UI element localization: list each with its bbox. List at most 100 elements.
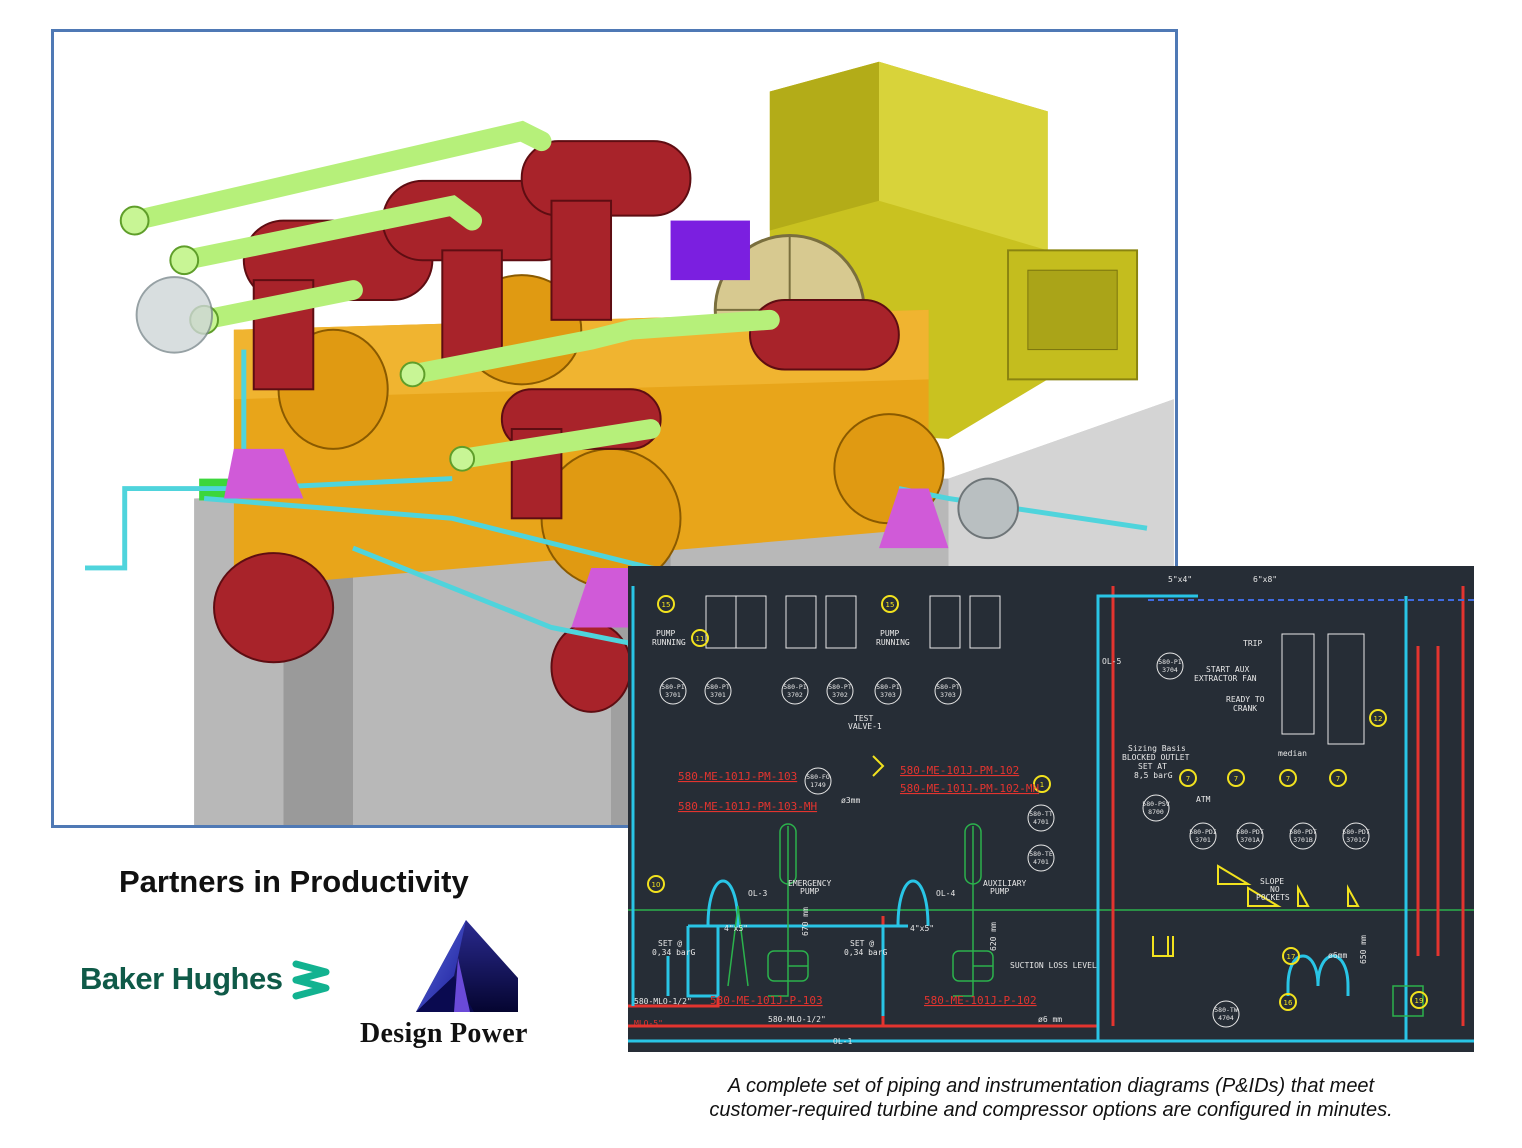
instrument-pdi-3701: 580-PDI (1189, 828, 1216, 836)
svg-text:SET @: SET @ (850, 939, 874, 948)
svg-text:580-MLO-1/2": 580-MLO-1/2" (768, 1015, 826, 1024)
balloon-7: 7 (1186, 775, 1190, 783)
balloon-11: 11 (696, 635, 705, 643)
instrument-pt-3703: 580-PT (936, 683, 960, 691)
tag-pm-102: 580-ME-101J-PM-102 (900, 764, 1019, 777)
svg-text:OL-5: OL-5 (1102, 657, 1121, 666)
svg-text:3702: 3702 (832, 691, 848, 699)
instrument-pt-3701: 580-PT (706, 683, 730, 691)
svg-text:SET AT: SET AT (1138, 762, 1167, 771)
svg-text:3704: 3704 (1162, 666, 1178, 674)
svg-text:4"x5": 4"x5" (724, 924, 748, 933)
pid-svg: PUMP RUNNING PUMP RUNNING TEST VALVE-1 E… (628, 575, 1474, 1046)
sizing-basis-label: Sizing Basis (1128, 744, 1186, 753)
design-power-mark-icon (416, 920, 518, 1012)
svg-text:580-MLO-1/2": 580-MLO-1/2" (634, 997, 692, 1006)
svg-text:3701: 3701 (1195, 836, 1211, 844)
instrument-pt-3702: 580-PT (828, 683, 852, 691)
baker-hughes-wordmark: Baker Hughes (80, 961, 283, 996)
svg-text:OL-4: OL-4 (936, 889, 955, 898)
svg-text:650 mm: 650 mm (1359, 935, 1368, 964)
svg-text:0,34 barG: 0,34 barG (844, 948, 888, 957)
svg-text:6"x8": 6"x8" (1253, 575, 1277, 584)
svg-text:CRANK: CRANK (1233, 704, 1257, 713)
tag-p-102: 580-ME-101J-P-102 (924, 994, 1037, 1007)
trip-label: TRIP (1243, 639, 1262, 648)
svg-text:3701A: 3701A (1240, 836, 1260, 844)
balloon-7: 7 (1234, 775, 1238, 783)
balloon-19: 19 (1415, 997, 1424, 1005)
balloon-17: 17 (1287, 953, 1296, 961)
svg-text:3703: 3703 (940, 691, 956, 699)
svg-text:ø6mm: ø6mm (1328, 951, 1347, 960)
baker-hughes-mark-icon (292, 960, 330, 1000)
instrument-pi-3701: 580-PI (661, 683, 685, 691)
svg-text:0,34 barG: 0,34 barG (652, 948, 696, 957)
design-power-logo: Design Power (356, 918, 572, 1058)
instrument-tt-4701: 580-TT (1029, 810, 1053, 818)
balloon-7: 7 (1286, 775, 1290, 783)
tagline: Partners in Productivity (119, 864, 469, 899)
figure-caption: A complete set of piping and instrumenta… (628, 1074, 1474, 1122)
balloon-7: 7 (1336, 775, 1340, 783)
svg-text:4704: 4704 (1218, 1014, 1234, 1022)
svg-text:1749: 1749 (810, 781, 826, 789)
instrument-te-4701: 580-TE (1029, 850, 1053, 858)
svg-text:4701: 4701 (1033, 858, 1049, 866)
balloon-1: 1 (1040, 781, 1044, 789)
svg-text:EXTRACTOR FAN: EXTRACTOR FAN (1194, 674, 1257, 683)
pump-running-label: PUMP (656, 629, 675, 638)
caption-line-1: A complete set of piping and instrumenta… (727, 1075, 1375, 1097)
balloon-12: 12 (1374, 715, 1383, 723)
svg-text:3701B: 3701B (1293, 836, 1313, 844)
instrument-pdt-3701b: 580-PDT (1289, 828, 1316, 836)
instrument-tw-4704: 580-TW (1214, 1006, 1238, 1014)
caption-line-2: customer-required turbine and compressor… (709, 1099, 1393, 1121)
set-pressure-label: SET @ (658, 939, 682, 948)
svg-text:3703: 3703 (880, 691, 896, 699)
instrument-fo-1749: 580-FO (806, 773, 830, 781)
svg-text:ø3mm: ø3mm (841, 796, 860, 805)
instrument-pdt-3701a: 580-PDT (1236, 828, 1263, 836)
instrument-pi-3704: 580-PI (1158, 658, 1182, 666)
svg-text:BLOCKED OUTLET: BLOCKED OUTLET (1122, 753, 1190, 762)
tag-pm-102-mh: 580-ME-101J-PM-102-MH (900, 782, 1039, 795)
svg-text:RUNNING: RUNNING (876, 638, 910, 647)
tag-p-103: 580-ME-101J-P-103 (710, 994, 823, 1007)
svg-text:POCKETS: POCKETS (1256, 893, 1290, 902)
svg-text:MLO-5": MLO-5" (634, 1019, 663, 1028)
median-label: median (1278, 749, 1307, 758)
svg-text:PUMP: PUMP (990, 887, 1009, 896)
svg-text:8,5 barG: 8,5 barG (1134, 771, 1173, 780)
svg-text:RUNNING: RUNNING (652, 638, 686, 647)
svg-text:OL-3: OL-3 (748, 889, 767, 898)
svg-text:8700: 8700 (1148, 808, 1164, 816)
balloon-16: 16 (1284, 999, 1293, 1007)
balloon-15: 15 (886, 601, 895, 609)
ol1-label: OL-1 (833, 1037, 852, 1046)
svg-text:ø6 mm: ø6 mm (1038, 1015, 1062, 1024)
svg-text:3701: 3701 (710, 691, 726, 699)
instrument-psv-8700: 580-PSV (1142, 800, 1169, 808)
start-aux-label: START AUX (1206, 665, 1250, 674)
ready-to-crank-label: READY TO (1226, 695, 1265, 704)
svg-text:3702: 3702 (787, 691, 803, 699)
tag-pm-103-mh: 580-ME-101J-PM-103-MH (678, 800, 817, 813)
suction-loss-label: SUCTION LOSS LEVEL (1010, 961, 1097, 970)
instrument-pi-3703: 580-PI (876, 683, 900, 691)
instrument-pdt-3701c: 580-PDT (1342, 828, 1369, 836)
pid-diagram: PUMP RUNNING PUMP RUNNING TEST VALVE-1 E… (628, 566, 1474, 1052)
svg-text:VALVE-1: VALVE-1 (848, 722, 882, 731)
design-power-wordmark: Design Power (360, 1018, 528, 1049)
tag-pm-103: 580-ME-101J-PM-103 (678, 770, 797, 783)
svg-text:3701C: 3701C (1346, 836, 1366, 844)
svg-text:3701: 3701 (665, 691, 681, 699)
balloon-10: 10 (652, 881, 661, 889)
svg-text:670 mm: 670 mm (801, 907, 810, 936)
svg-text:4701: 4701 (1033, 818, 1049, 826)
pump-running-label-2: PUMP (880, 629, 899, 638)
baker-hughes-logo: Baker Hughes (80, 958, 332, 1000)
svg-text:4"x5": 4"x5" (910, 924, 934, 933)
balloon-15: 15 (662, 601, 671, 609)
svg-text:5"x4": 5"x4" (1168, 575, 1192, 584)
